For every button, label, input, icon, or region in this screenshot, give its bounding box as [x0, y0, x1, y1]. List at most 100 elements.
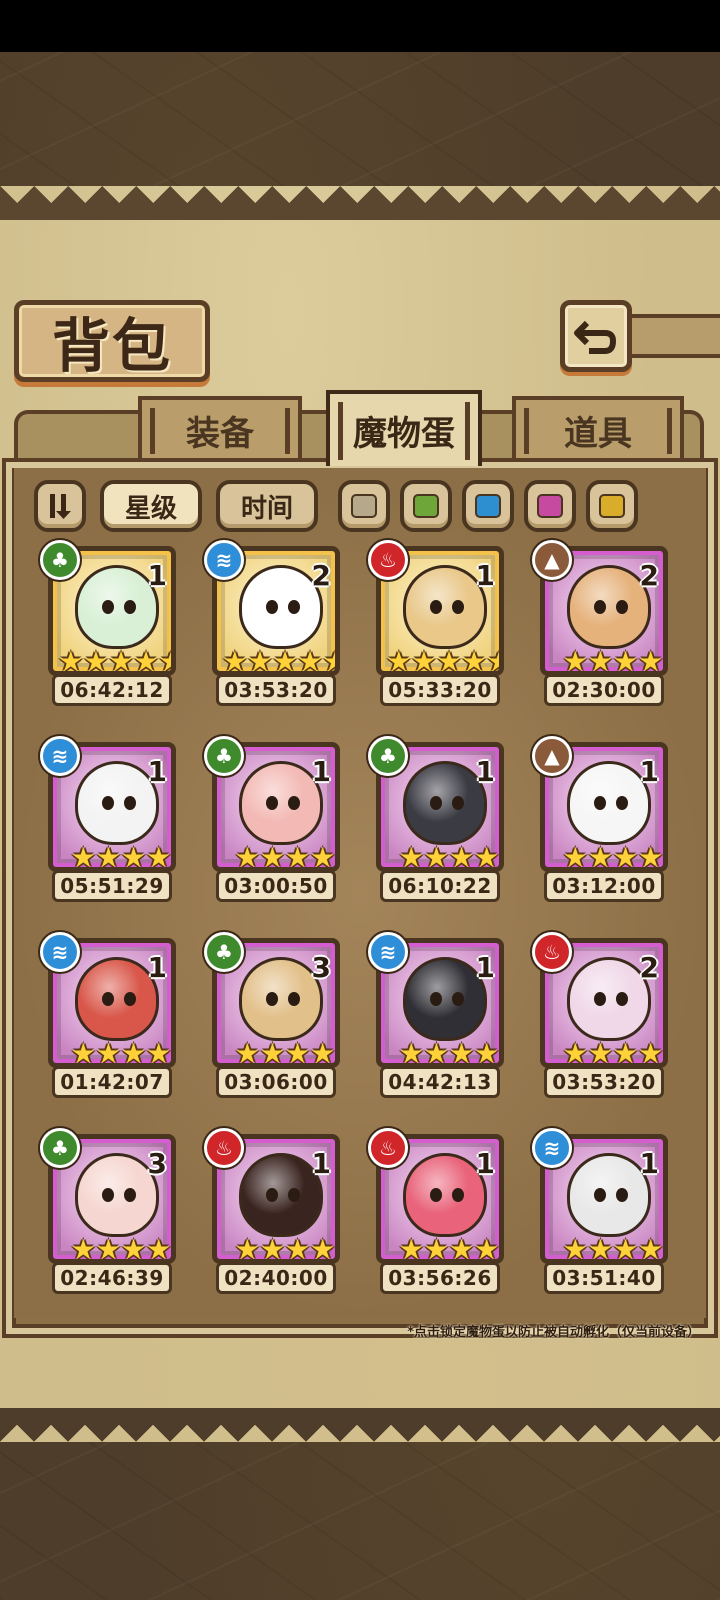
water-element-icon: ≋: [532, 1128, 572, 1168]
egg-monster-image: [403, 1153, 487, 1237]
egg-monster-image: [239, 761, 323, 845]
monster-eye: [616, 600, 628, 614]
monster-eye: [266, 1188, 278, 1202]
water-element-icon: ≋: [368, 932, 408, 972]
earth-element-icon: ▲: [532, 736, 572, 776]
hatch-timer: 03:06:00: [216, 1066, 336, 1098]
color-swatch: [599, 494, 625, 518]
monster-eye: [266, 600, 278, 614]
water-element-icon: ≋: [40, 932, 80, 972]
egg-card[interactable]: 2 ★★★★ ♨ 03:53:20: [532, 932, 668, 1098]
water-element-icon: ≋: [204, 540, 244, 580]
egg-monster-image: [567, 1153, 651, 1237]
star-rating: ★★★★: [562, 841, 664, 872]
egg-card[interactable]: 1 ★★★★ ≋ 03:51:40: [532, 1128, 668, 1294]
hatch-timer: 03:56:26: [380, 1262, 500, 1294]
back-button-group: [560, 300, 720, 374]
sort-by-time-button[interactable]: 时间: [216, 480, 318, 532]
egg-count: 1: [475, 755, 495, 788]
star-rating: ★★★★: [234, 1233, 336, 1264]
egg-card[interactable]: 2 ★★★★★ ≋ 03:53:20: [204, 540, 340, 706]
monster-eye: [102, 796, 114, 810]
egg-card[interactable]: 1 ★★★★ ♨ 02:40:00: [204, 1128, 340, 1294]
egg-monster-image: [239, 565, 323, 649]
egg-card[interactable]: 1 ★★★★ ≋ 05:51:29: [40, 736, 176, 902]
grass-element-icon: ♣: [204, 736, 244, 776]
monster-eye: [616, 796, 628, 810]
color-filter-button[interactable]: [400, 480, 452, 532]
grass-element-icon: ♣: [40, 1128, 80, 1168]
monster-eye: [288, 992, 300, 1006]
monster-eye: [452, 796, 464, 810]
earth-element-icon: ▲: [532, 540, 572, 580]
monster-eye: [266, 796, 278, 810]
tab-monster-eggs[interactable]: 魔物蛋: [326, 390, 482, 466]
star-rating: ★★★★★: [222, 645, 340, 676]
monster-eye: [594, 796, 606, 810]
star-rating: ★★★★: [562, 1233, 664, 1264]
monster-eye: [452, 600, 464, 614]
hatch-timer: 03:51:40: [544, 1262, 664, 1294]
monster-eye: [124, 600, 136, 614]
star-rating: ★★★★: [562, 645, 664, 676]
monster-eye: [124, 1188, 136, 1202]
egg-monster-image: [75, 565, 159, 649]
lock-hint-note: *点击锁定魔物蛋以防止被自动孵化（仅当前设备）: [407, 1325, 700, 1340]
monster-eye: [102, 600, 114, 614]
monster-eye: [594, 600, 606, 614]
back-button-rail: [620, 314, 720, 358]
egg-count: 1: [639, 755, 659, 788]
color-swatch: [475, 494, 501, 518]
egg-card[interactable]: 3 ★★★★ ♣ 03:06:00: [204, 932, 340, 1098]
color-filter-button[interactable]: [524, 480, 576, 532]
color-swatch: [413, 494, 439, 518]
page-title: 背包: [51, 312, 172, 380]
monster-eye: [102, 992, 114, 1006]
egg-card[interactable]: 1 ★★★★ ≋ 01:42:07: [40, 932, 176, 1098]
egg-monster-image: [75, 1153, 159, 1237]
egg-card[interactable]: 2 ★★★★ ▲ 02:30:00: [532, 540, 668, 706]
tab-items-label: 道具: [564, 413, 632, 454]
color-filter-button[interactable]: [338, 480, 390, 532]
hatch-timer: 05:51:29: [52, 870, 172, 902]
monster-eye: [452, 992, 464, 1006]
monster-eye: [616, 992, 628, 1006]
sort-by-star-button[interactable]: 星级: [100, 480, 202, 532]
fire-element-icon: ♨: [368, 1128, 408, 1168]
egg-card[interactable]: 1 ★★★★ ♣ 06:10:22: [368, 736, 504, 902]
egg-card[interactable]: 3 ★★★★ ♣ 02:46:39: [40, 1128, 176, 1294]
egg-monster-image: [239, 957, 323, 1041]
egg-card[interactable]: 1 ★★★★★ ♣ 06:42:12: [40, 540, 176, 706]
monster-eye: [430, 600, 442, 614]
monster-eye: [594, 1188, 606, 1202]
hatch-timer: 05:33:20: [380, 674, 500, 706]
egg-count: 1: [147, 951, 167, 984]
egg-card[interactable]: 1 ★★★★ ▲ 03:12:00: [532, 736, 668, 902]
egg-count: 1: [147, 559, 167, 592]
monster-eye: [288, 600, 300, 614]
monster-eye: [430, 796, 442, 810]
monster-eye: [266, 992, 278, 1006]
egg-card[interactable]: 1 ★★★★ ♨ 03:56:26: [368, 1128, 504, 1294]
sort-order-button[interactable]: [34, 480, 86, 532]
back-button[interactable]: [560, 300, 632, 372]
back-arrow-icon: [574, 320, 616, 354]
monster-eye: [430, 992, 442, 1006]
star-rating: ★★★★★: [58, 645, 176, 676]
egg-count: 2: [639, 559, 659, 592]
monster-eye: [430, 1188, 442, 1202]
egg-card[interactable]: 1 ★★★★ ♣ 03:00:50: [204, 736, 340, 902]
hatch-timer: 01:42:07: [52, 1066, 172, 1098]
tab-items[interactable]: 道具: [512, 396, 684, 460]
tab-monster-eggs-label: 魔物蛋: [353, 413, 455, 454]
tab-equipment[interactable]: 装备: [138, 396, 302, 460]
egg-count: 1: [639, 1147, 659, 1180]
egg-card[interactable]: 1 ★★★★★ ♨ 05:33:20: [368, 540, 504, 706]
star-rating: ★★★★: [70, 1037, 172, 1068]
egg-count: 1: [311, 755, 331, 788]
egg-card[interactable]: 1 ★★★★ ≋ 04:42:13: [368, 932, 504, 1098]
egg-monster-image: [403, 565, 487, 649]
grass-element-icon: ♣: [40, 540, 80, 580]
color-filter-button[interactable]: [462, 480, 514, 532]
color-filter-button[interactable]: [586, 480, 638, 532]
